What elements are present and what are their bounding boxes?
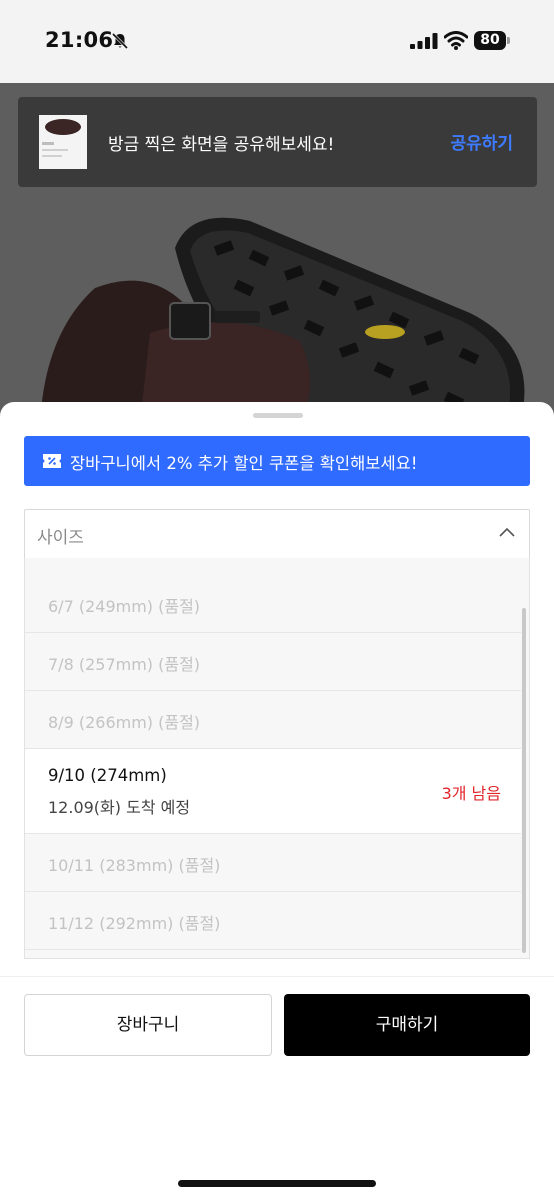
- delivery-estimate: 12.09(화) 도착 예정: [48, 798, 191, 817]
- size-options-list: 6/7 (249mm) (품절) 7/8 (257mm) (품절) 8/9 (2…: [24, 558, 530, 959]
- purchase-bottom-sheet: 장바구니에서 2% 추가 할인 쿠폰을 확인해보세요! 사이즈 6/7 (249…: [0, 402, 554, 1200]
- size-option: [25, 558, 521, 576]
- size-select[interactable]: 사이즈: [24, 509, 530, 560]
- size-select-label: 사이즈: [37, 528, 84, 548]
- coupon-icon: [43, 454, 61, 468]
- wifi-icon: [444, 31, 468, 50]
- status-time: 21:06: [45, 28, 114, 52]
- coupon-banner[interactable]: 장바구니에서 2% 추가 할인 쿠폰을 확인해보세요!: [24, 436, 530, 486]
- coupon-text: 장바구니에서 2% 추가 할인 쿠폰을 확인해보세요!: [70, 454, 418, 473]
- size-option-label: 9/10 (274mm): [48, 766, 167, 785]
- size-option-label: 11/12 (292mm) (품절): [48, 914, 221, 933]
- screenshot-thumbnail[interactable]: [39, 115, 87, 169]
- size-option[interactable]: 6/7 (249mm) (품절): [25, 575, 521, 633]
- battery-cap: [507, 37, 510, 44]
- size-option[interactable]: 7/8 (257mm) (품절): [25, 633, 521, 691]
- size-option[interactable]: 11/12 (292mm) (품절): [25, 892, 521, 950]
- stock-remaining: 3개 남음: [441, 784, 501, 803]
- mute-icon: [111, 32, 129, 50]
- share-toast: 방금 찍은 화면을 공유해보세요! 공유하기: [18, 97, 537, 187]
- battery-icon: 80: [474, 31, 506, 50]
- status-bar: 21:06 80: [0, 0, 554, 83]
- scrollbar-thumb[interactable]: [522, 608, 526, 953]
- size-option-label: 8/9 (266mm) (품절): [48, 713, 201, 732]
- drag-handle[interactable]: [253, 413, 303, 418]
- size-option[interactable]: 10/11 (283mm) (품절): [25, 834, 521, 892]
- divider: [0, 976, 554, 977]
- size-option-label: 10/11 (283mm) (품절): [48, 856, 221, 875]
- size-option[interactable]: 8/9 (266mm) (품절): [25, 691, 521, 749]
- share-button[interactable]: 공유하기: [450, 129, 513, 154]
- signal-icon: [410, 33, 438, 49]
- chevron-up-icon: [499, 527, 515, 537]
- size-option-label: 6/7 (249mm) (품절): [48, 597, 201, 616]
- home-indicator[interactable]: [178, 1180, 376, 1187]
- buy-now-button[interactable]: 구매하기: [284, 994, 530, 1056]
- share-message: 방금 찍은 화면을 공유해보세요!: [108, 135, 335, 155]
- add-to-cart-button[interactable]: 장바구니: [24, 994, 272, 1056]
- size-option-available[interactable]: 9/10 (274mm) 12.09(화) 도착 예정 3개 남음: [25, 749, 521, 834]
- size-option-label: 7/8 (257mm) (품절): [48, 655, 201, 674]
